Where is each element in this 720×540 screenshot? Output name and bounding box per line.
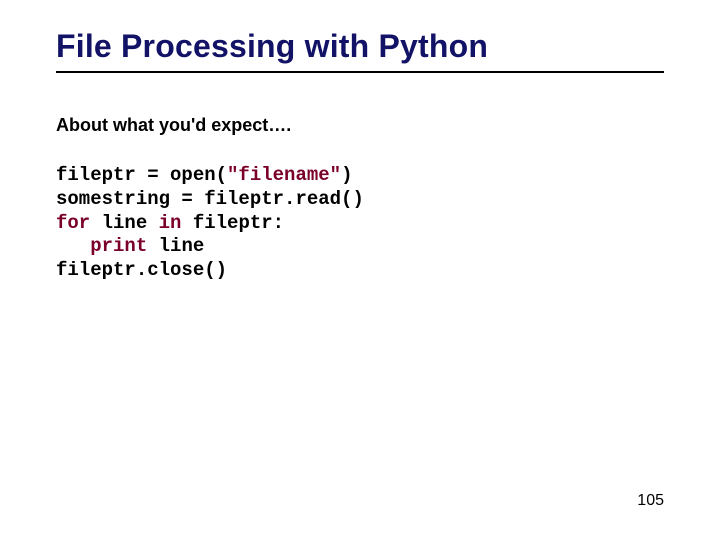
code-block: fileptr = open("filename") somestring = … <box>56 164 664 283</box>
page-number: 105 <box>637 492 664 510</box>
code-keyword: print <box>90 235 147 257</box>
code-text: fileptr: <box>181 212 284 234</box>
title-rule <box>56 71 664 73</box>
page-title: File Processing with Python <box>56 28 664 65</box>
code-text: line <box>90 212 158 234</box>
code-text: ) <box>341 164 352 186</box>
code-keyword: in <box>159 212 182 234</box>
code-text: fileptr = open( <box>56 164 227 186</box>
code-text: line <box>147 235 204 257</box>
code-keyword: for <box>56 212 90 234</box>
subtitle: About what you'd expect…. <box>56 115 664 136</box>
code-text <box>56 235 90 257</box>
slide: File Processing with Python About what y… <box>0 0 720 540</box>
code-text: fileptr.close() <box>56 259 227 281</box>
code-string: "filename" <box>227 164 341 186</box>
code-text: somestring = fileptr.read() <box>56 188 364 210</box>
